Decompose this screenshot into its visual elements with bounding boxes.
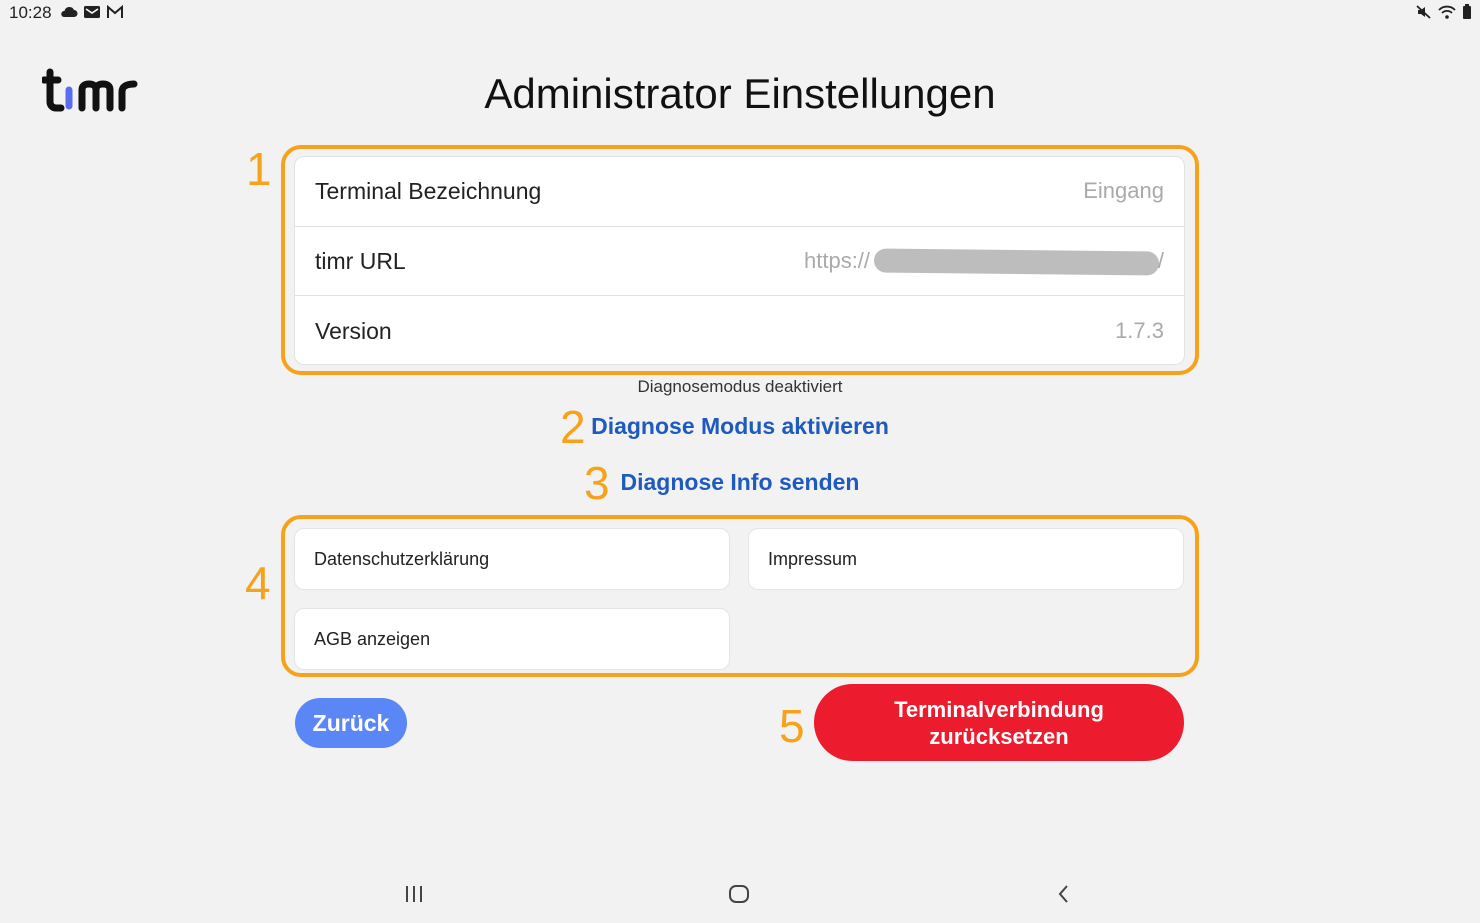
row-label: Terminal Bezeichnung [315,177,542,204]
redaction-mask [873,248,1160,276]
reset-label-line2: zurücksetzen [929,723,1069,749]
row-label: timr URL [315,247,406,274]
url-prefix: https:// [804,248,871,274]
send-diagnose-link[interactable]: Diagnose Info senden [0,469,1480,496]
annotation-1: 1 [246,143,272,195]
settings-card: Terminal Bezeichnung Eingang timr URL ht… [294,156,1185,365]
status-bar: 10:28 [0,0,1480,26]
back-nav-icon[interactable] [1054,882,1074,906]
activate-diagnose-link[interactable]: Diagnose Modus aktivieren [0,413,1480,440]
status-left-icons [60,4,124,20]
annotation-5: 5 [779,700,805,752]
navigation-bar [0,870,1480,923]
cloud-icon [61,6,78,18]
home-icon[interactable] [728,882,750,906]
page-title: Administrator Einstellungen [484,70,996,117]
settings-row-timr-url[interactable]: timr URL https:// / [295,227,1184,297]
settings-row-version: Version 1.7.3 [295,296,1184,364]
terms-button[interactable]: AGB anzeigen [294,608,730,670]
mute-icon [1416,5,1431,19]
mail-icon [84,6,100,18]
reset-terminal-button[interactable]: Terminalverbindung zurücksetzen [814,684,1184,761]
status-time: 10:28 [9,3,52,22]
battery-icon [1463,4,1471,19]
annotation-4: 4 [245,557,271,609]
row-label: Version [315,317,392,344]
settings-row-terminal-name[interactable]: Terminal Bezeichnung Eingang [295,157,1184,227]
imprint-button[interactable]: Impressum [748,528,1184,590]
reset-label-line1: Terminalverbindung [894,696,1104,722]
back-button[interactable]: Zurück [295,698,407,748]
screen: 10:28 Administrator Einstellungen 1 Term… [0,0,1480,923]
privacy-button[interactable]: Datenschutzerklärung [294,528,730,590]
row-value: Eingang [1083,178,1164,204]
gmail-icon [107,5,123,18]
row-value-url: https:// / [804,248,1164,276]
recent-apps-icon[interactable] [404,882,424,906]
row-value: 1.7.3 [1115,318,1164,344]
wifi-icon [1438,5,1456,19]
diagnose-status: Diagnosemodus deaktiviert [637,377,843,396]
status-right-icons [1416,4,1472,20]
url-suffix: / [1157,248,1164,274]
